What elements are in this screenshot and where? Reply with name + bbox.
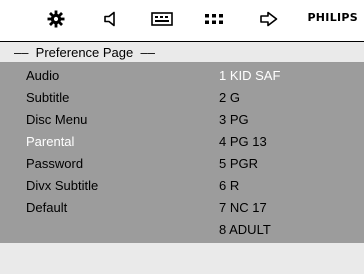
menu-row: Default 7 NC 17 xyxy=(0,200,364,220)
status-bar xyxy=(0,243,364,274)
menu-item-parental[interactable]: Parental xyxy=(26,134,74,149)
page-header: –– Preference Page –– xyxy=(0,42,364,63)
menu-row: Divx Subtitle 6 R xyxy=(0,178,364,198)
enter-icon[interactable] xyxy=(258,9,280,29)
option-item[interactable]: 2 G xyxy=(219,90,240,105)
option-item[interactable]: 3 PG xyxy=(219,112,249,127)
menu-row: Subtitle 2 G xyxy=(0,90,364,110)
menu-row: Audio 1 KID SAF xyxy=(0,68,364,88)
option-item[interactable]: 8 ADULT xyxy=(219,222,271,237)
speaker-icon[interactable] xyxy=(101,9,121,29)
option-item[interactable]: 1 KID SAF xyxy=(219,68,280,83)
option-item[interactable]: 7 NC 17 xyxy=(219,200,267,215)
menu-item-default[interactable]: Default xyxy=(26,200,67,215)
menu-row: Disc Menu 3 PG xyxy=(0,112,364,132)
menu-item-disc-menu[interactable]: Disc Menu xyxy=(26,112,87,127)
option-item[interactable]: 5 PGR xyxy=(219,156,258,171)
menu-item-audio[interactable]: Audio xyxy=(26,68,59,83)
menu-row: Password 5 PGR xyxy=(0,156,364,176)
option-item[interactable]: 6 R xyxy=(219,178,239,193)
page-title: –– Preference Page –– xyxy=(14,45,155,60)
settings-panel: Audio 1 KID SAF Subtitle 2 G Disc Menu 3… xyxy=(0,63,364,243)
option-item[interactable]: 4 PG 13 xyxy=(219,134,267,149)
menu-item-subtitle[interactable]: Subtitle xyxy=(26,90,69,105)
grid-icon[interactable] xyxy=(202,9,226,29)
menu-item-divx-subtitle[interactable]: Divx Subtitle xyxy=(26,178,98,193)
toolbar: PHILIPS xyxy=(0,0,364,38)
subtitle-icon[interactable] xyxy=(149,9,175,29)
menu-row: Parental 4 PG 13 xyxy=(0,134,364,154)
menu-item-password[interactable]: Password xyxy=(26,156,83,171)
menu-row: 8 ADULT xyxy=(0,222,364,242)
brand-logo: PHILIPS xyxy=(307,11,358,24)
gear-icon[interactable] xyxy=(46,9,66,29)
